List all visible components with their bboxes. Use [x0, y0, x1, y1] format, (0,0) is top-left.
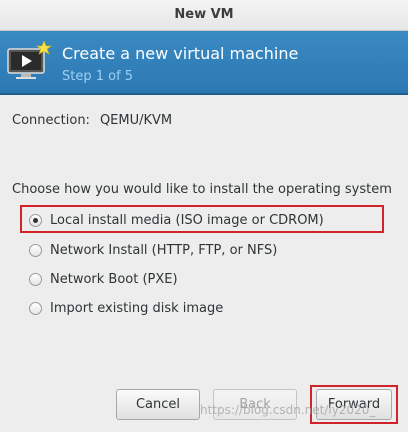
- radio-label: Local install media (ISO image or CDROM): [50, 212, 324, 228]
- radio-label: Network Boot (PXE): [50, 271, 178, 287]
- install-prompt: Choose how you would like to install the…: [12, 182, 392, 197]
- radio-network-install[interactable]: Network Install (HTTP, FTP, or NFS): [29, 240, 277, 260]
- watermark-text: https://blog.csdn.net/ly2020_: [200, 403, 376, 417]
- radio-button[interactable]: [29, 243, 42, 257]
- connection-value: QEMU/KVM: [99, 113, 173, 128]
- radio-local-install[interactable]: Local install media (ISO image or CDROM): [29, 210, 324, 230]
- radio-label: Import existing disk image: [50, 300, 224, 316]
- monitor-play-star-icon: [7, 41, 52, 79]
- radio-button[interactable]: [29, 301, 42, 315]
- window-titlebar: New VM: [0, 0, 408, 31]
- wizard-header: Create a new virtual machine Step 1 of 5: [0, 31, 408, 95]
- connection-info: Connection: QEMU/KVM: [12, 113, 172, 128]
- radio-network-boot[interactable]: Network Boot (PXE): [29, 269, 178, 289]
- radio-import-disk[interactable]: Import existing disk image: [29, 298, 223, 318]
- radio-button-checked[interactable]: [29, 213, 42, 227]
- radio-label: Network Install (HTTP, FTP, or NFS): [50, 242, 278, 258]
- radio-button[interactable]: [29, 272, 42, 286]
- wizard-step: Step 1 of 5: [62, 69, 134, 84]
- window-title: New VM: [174, 7, 234, 22]
- wizard-title: Create a new virtual machine: [62, 44, 299, 63]
- connection-label: Connection:: [12, 113, 90, 128]
- cancel-button[interactable]: Cancel: [116, 389, 200, 420]
